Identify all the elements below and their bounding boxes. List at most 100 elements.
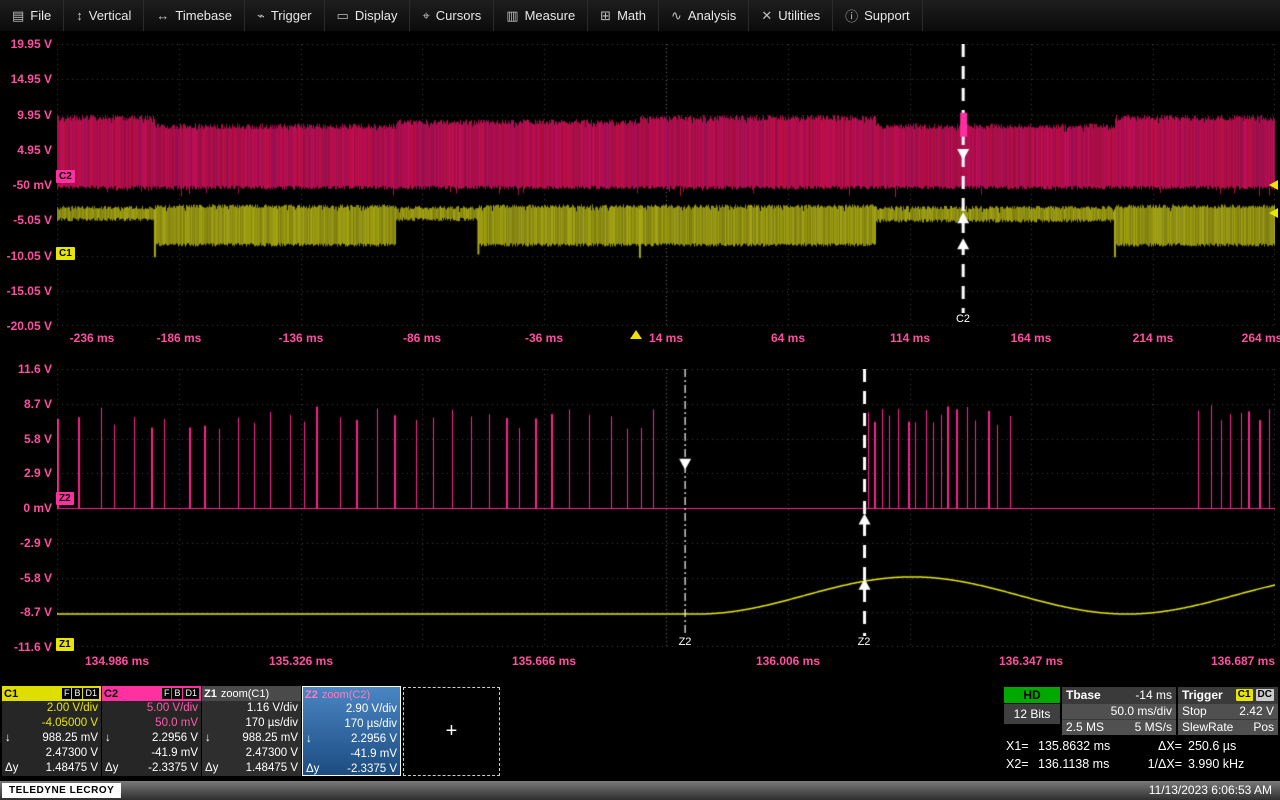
c2-zero-badge[interactable]: C2 (56, 170, 75, 183)
badge-f: F (161, 688, 172, 699)
right-edge-marker-icon[interactable] (1269, 208, 1278, 218)
cursor-y1-value: 988.25 mV (242, 732, 298, 744)
row-prefix (205, 716, 223, 731)
plot2-y-tick: -11.6 V (13, 640, 52, 654)
row-prefix (306, 717, 324, 732)
row-prefix (306, 702, 324, 717)
trace-label: C2 (104, 687, 119, 700)
x2-value: 136.1138 ms (1038, 757, 1110, 771)
hd-indicator: HD 12 Bits (1004, 687, 1060, 724)
trigger-position-icon[interactable] (630, 330, 642, 339)
plot2-x-tick: 136.347 ms (998, 654, 1064, 668)
menu-support[interactable]: ⓘ Support (833, 0, 923, 31)
trigger-level: 2.42 V (1239, 704, 1274, 718)
invdx-label: 1/ΔX= (1147, 757, 1182, 771)
add-trace-button[interactable]: + (403, 687, 500, 776)
trigger-slope: Pos (1253, 720, 1274, 734)
plot2-y-tick: -5.8 V (19, 571, 52, 585)
menu-file[interactable]: ▤ File (0, 0, 65, 31)
trace-descriptor-c2[interactable]: C2 F B D1 5.00 V/div 50.0 mV ↓ 2.2956 V -41.… (102, 686, 201, 776)
hd-bits: 12 Bits (1004, 704, 1060, 724)
utilities-icon: ✕ (761, 7, 773, 23)
trace-source: zoom(C1) (220, 687, 270, 700)
menubar: ▤ File ↕ Vertical ↔ Timebase ⌁ Trigger ▭ Disp… (0, 0, 1280, 32)
plot1-x-tick: -186 ms (156, 331, 202, 345)
trace-descriptor-c1[interactable]: C1 F B D1 2.00 V/div -4.05000 V ↓ 988.25 mV … (2, 686, 101, 776)
row-prefix (105, 701, 123, 716)
plot2-x-tick: 136.687 ms (1210, 654, 1276, 668)
trace-descriptor-z1[interactable]: Z1 zoom(C1) 1.16 V/div 170 µs/div ↓ 988.25… (202, 686, 301, 776)
cursor-down-icon: ↓ (5, 732, 11, 744)
x2-label: X2= (1006, 757, 1029, 771)
plot2-y-tick: -2.9 V (19, 536, 52, 550)
cursor-down-icon: ↓ (306, 733, 312, 745)
plot1-x-tick: 64 ms (770, 331, 806, 345)
analysis-icon: ∿ (670, 7, 682, 23)
plot1-y-tick: 9.95 V (17, 108, 52, 122)
c1-zero-badge[interactable]: C1 (56, 247, 75, 260)
timebase-icon: ↔ (156, 8, 170, 23)
delta-y-value: -2.3375 V (148, 762, 198, 774)
cursor1-label-z2[interactable]: Z2 (675, 636, 695, 649)
cursor2-label-z2[interactable]: Z2 (854, 636, 874, 649)
menu-utilities[interactable]: ✕ Utilities (749, 0, 834, 31)
trigger-icon: ⌁ (257, 7, 265, 23)
cursor-y2-value: 2.47300 V (45, 747, 98, 759)
trace-descriptor-z2-selected[interactable]: Z2 zoom(C2) 2.90 V/div 170 µs/div ↓ 2.2956… (302, 686, 401, 776)
menu-label: Display (354, 8, 398, 23)
badge-b: B (172, 688, 183, 699)
zoom-grid-canvas[interactable] (57, 369, 1275, 647)
cursor-y2-value: 2.47300 V (245, 747, 298, 759)
menu-trigger[interactable]: ⌁ Trigger (245, 0, 325, 31)
timebase-descriptor[interactable]: Tbase -14 ms 50.0 ms/div 2.5 MS 5 MS/s (1062, 687, 1176, 735)
trigger-source-badge: C1 (1235, 689, 1253, 701)
vdiv-value: 1.16 V/div (246, 702, 298, 714)
trigger-descriptor[interactable]: Trigger C1 DC Stop 2.42 V SlewRate Pos (1178, 687, 1278, 735)
plot1-y-tick: -5.05 V (13, 213, 52, 227)
right-edge-marker-icon[interactable] (1269, 180, 1278, 190)
plot1-y-tick: -15.05 V (6, 284, 52, 298)
tdiv-value: 170 µs/div (245, 717, 298, 729)
delta-y-label: Δy (105, 762, 119, 774)
tbase-label: Tbase (1066, 688, 1101, 702)
cursor-label-c2[interactable]: C2 (952, 313, 974, 326)
row-prefix (205, 746, 223, 761)
x1-label: X1= (1006, 739, 1029, 753)
row-prefix (5, 746, 23, 761)
trace-source: zoom(C2) (321, 688, 371, 701)
support-icon: ⓘ (845, 9, 859, 24)
menu-timebase[interactable]: ↔ Timebase (144, 0, 245, 31)
menu-display[interactable]: ▭ Display (325, 0, 411, 31)
cursor-y1-value: 2.2956 V (151, 732, 198, 744)
menu-label: Analysis (687, 8, 737, 23)
menu-label: Math (617, 8, 646, 23)
menu-cursors[interactable]: ⌖ Cursors (410, 0, 495, 31)
cursor-y2-value: -41.9 mV (151, 747, 198, 759)
offset-value: 50.0 mV (155, 717, 198, 729)
measure-icon: ▥ (506, 7, 519, 23)
trigger-mode: Stop (1182, 704, 1207, 718)
oscilloscope-screen: ▤ File ↕ Vertical ↔ Timebase ⌁ Trigger ▭ Disp… (0, 0, 1280, 800)
menu-math[interactable]: ⊞ Math (588, 0, 659, 31)
row-prefix (205, 701, 223, 716)
row-prefix (105, 746, 123, 761)
display-icon: ▭ (336, 7, 349, 23)
plot2-x-tick: 136.006 ms (755, 654, 821, 668)
menu-vertical[interactable]: ↕ Vertical (64, 0, 145, 31)
tbase-scale: 50.0 ms/div (1110, 704, 1172, 718)
plus-icon: + (445, 720, 458, 742)
plot1-y-tick: 4.95 V (17, 143, 52, 157)
main-grid-canvas[interactable] (57, 44, 1275, 326)
plot1-x-tick: 264 ms (1241, 331, 1280, 345)
z2-zero-badge[interactable]: Z2 (56, 492, 74, 505)
menu-measure[interactable]: ▥ Measure (494, 0, 589, 31)
delta-y-label: Δy (205, 762, 219, 774)
hd-label: HD (1004, 687, 1060, 703)
row-prefix (5, 701, 23, 716)
trigger-label: Trigger (1182, 688, 1223, 702)
trace-label: C1 (4, 687, 19, 700)
plot2-x-tick: 135.666 ms (511, 654, 577, 668)
plot1-x-tick: -136 ms (278, 331, 324, 345)
menu-analysis[interactable]: ∿ Analysis (659, 0, 750, 31)
z1-zero-badge[interactable]: Z1 (56, 638, 74, 651)
